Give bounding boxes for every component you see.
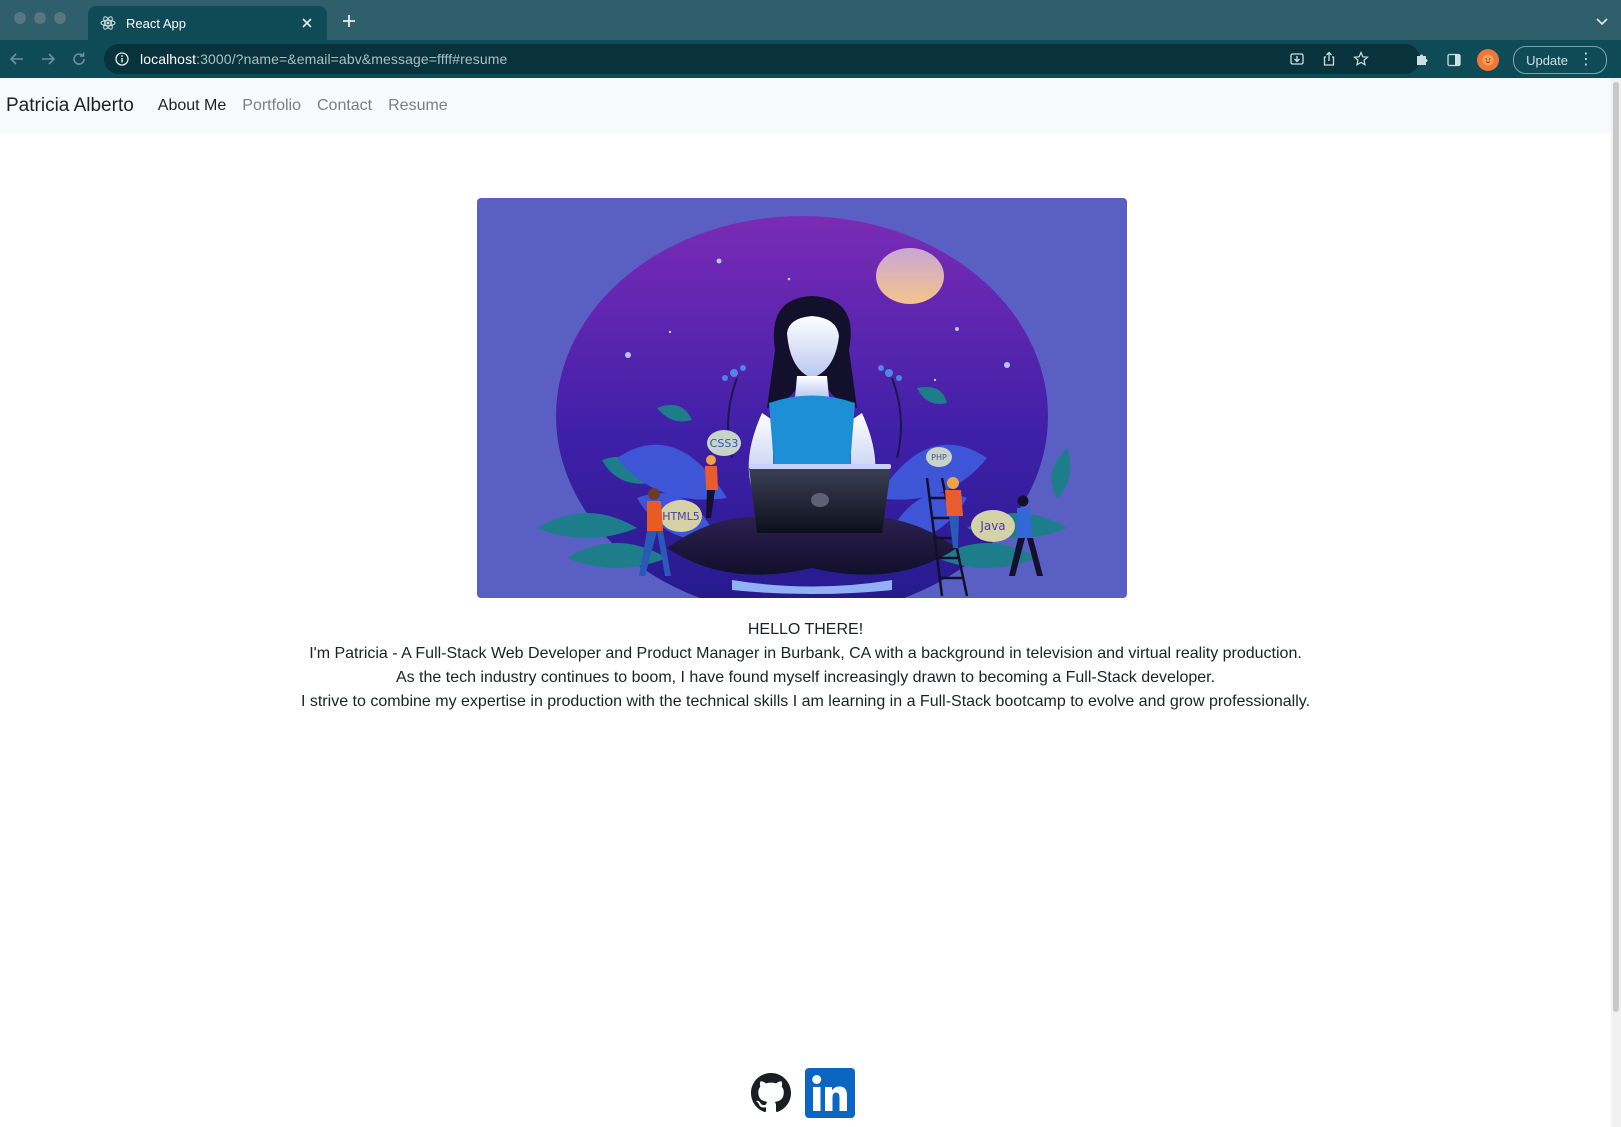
nav-link-about-me[interactable]: About Me <box>158 97 226 115</box>
hero-illustration: CSS3 PHP HTML5 Java <box>477 198 1127 598</box>
extensions-puzzle-icon[interactable] <box>1413 51 1431 69</box>
html5-badge-label: HTML5 <box>662 510 700 523</box>
about-paragraph-line-2: As the tech industry continues to boom, … <box>395 669 1216 686</box>
php-badge-label: PHP <box>931 453 947 462</box>
nav-link-portfolio[interactable]: Portfolio <box>242 97 301 115</box>
nav-link-resume[interactable]: Resume <box>388 97 448 115</box>
site-navbar: Patricia Alberto About Me Portfolio Cont… <box>0 78 1611 133</box>
about-me-text: HELLO THERE! I'm Patricia - A Full-Stack… <box>0 618 1611 714</box>
bookmark-star-icon[interactable] <box>1352 50 1370 68</box>
window-controls <box>14 12 66 24</box>
tab-search-chevron-icon[interactable] <box>1595 14 1609 28</box>
maximize-window-button[interactable] <box>54 12 66 24</box>
url-path: :3000/?name=&email=abv&message=ffff#resu… <box>196 51 508 67</box>
page-scrollbar[interactable] <box>1611 78 1621 1127</box>
github-icon[interactable] <box>751 1073 791 1118</box>
about-paragraph-line-3: I strive to combine my expertise in prod… <box>300 693 1311 710</box>
react-icon <box>100 15 116 31</box>
close-tab-icon[interactable] <box>299 15 315 31</box>
social-links <box>751 1068 855 1123</box>
brand-name[interactable]: Patricia Alberto <box>6 95 134 117</box>
java-badge-label: Java <box>979 519 1005 533</box>
more-menu-icon[interactable]: ⋮ <box>1578 52 1594 68</box>
scrollbar-thumb[interactable] <box>1613 82 1619 1012</box>
tab-title: React App <box>126 15 186 31</box>
side-panel-icon[interactable] <box>1445 51 1463 69</box>
about-paragraph-line-1: I'm Patricia - A Full-Stack Web Develope… <box>309 645 1302 662</box>
linkedin-icon[interactable] <box>805 1068 855 1123</box>
forward-arrow-icon[interactable] <box>37 48 59 70</box>
url-host: localhost <box>140 51 197 67</box>
close-window-button[interactable] <box>14 12 26 24</box>
minimize-window-button[interactable] <box>34 12 46 24</box>
nav-link-contact[interactable]: Contact <box>317 97 372 115</box>
browser-toolbar: localhost:3000/?name=&email=abv&message=… <box>0 40 1621 78</box>
back-arrow-icon[interactable] <box>6 48 28 70</box>
reload-icon[interactable] <box>68 48 90 70</box>
profile-avatar[interactable] <box>1477 49 1500 71</box>
css3-badge-label: CSS3 <box>710 437 739 450</box>
browser-tab-bar: React App <box>0 0 1621 40</box>
site-info-icon[interactable] <box>114 51 130 67</box>
share-icon[interactable] <box>1320 50 1338 68</box>
browser-tab[interactable]: React App <box>88 6 327 40</box>
address-bar[interactable]: localhost:3000/?name=&email=abv&message=… <box>104 44 1420 74</box>
update-label: Update <box>1526 52 1568 68</box>
url-text: localhost:3000/?name=&email=abv&message=… <box>140 51 507 67</box>
install-app-icon[interactable] <box>1288 50 1306 68</box>
update-button[interactable]: Update ⋮ <box>1513 46 1607 74</box>
greeting-heading: HELLO THERE! <box>747 621 864 638</box>
new-tab-button[interactable] <box>338 10 360 32</box>
page-viewport: Patricia Alberto About Me Portfolio Cont… <box>0 78 1611 1127</box>
